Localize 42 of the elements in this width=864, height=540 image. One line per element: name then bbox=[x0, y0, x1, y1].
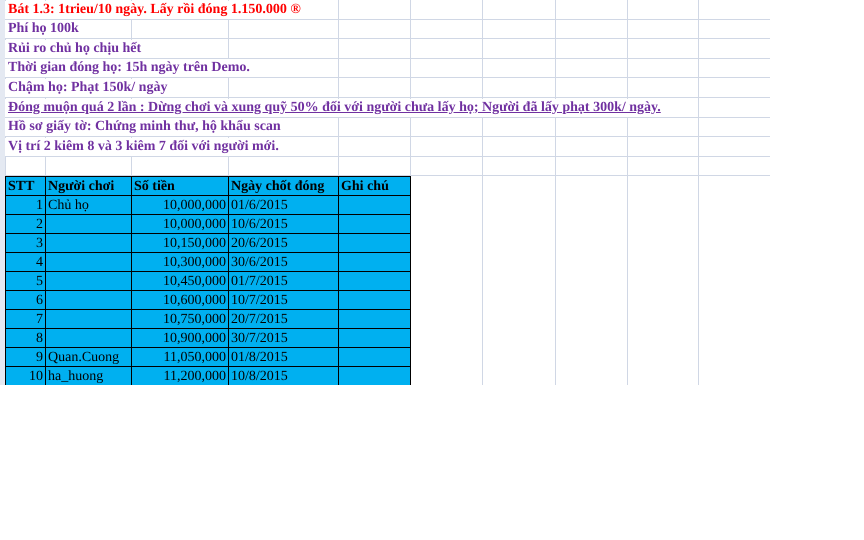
table-cell: 10,600,000 bbox=[132, 291, 229, 310]
table-cell: 20/7/2015 bbox=[229, 310, 339, 330]
table-cell: ha_huong bbox=[46, 367, 132, 385]
table-cell: 7 bbox=[6, 310, 46, 330]
table-cell: 01/8/2015 bbox=[229, 348, 339, 368]
table-cell: 10 bbox=[6, 367, 46, 385]
table-cell: 10/8/2015 bbox=[229, 367, 339, 385]
table-cell: Chủ họ bbox=[46, 196, 132, 216]
table-cell: 11,200,000 bbox=[132, 367, 229, 385]
note-text: Rủi ro chủ họ chịu hết bbox=[5, 40, 144, 58]
table-cell: Quan.Cuong bbox=[46, 348, 132, 368]
note-text: Đóng muộn quá 2 lần : Dừng chơi và xung quỹ 50% đối với người chưa lấy họ; Người đã lấy phạt 300k/ ngày. bbox=[5, 98, 664, 117]
column-header: STT bbox=[6, 177, 46, 196]
note-text: Phí họ 100k bbox=[5, 20, 82, 38]
table-cell: 10,150,000 bbox=[132, 234, 229, 254]
table-cell: 10,900,000 bbox=[132, 329, 229, 348]
table-cell: 30/6/2015 bbox=[229, 253, 339, 272]
table-cell: 4 bbox=[6, 253, 46, 272]
table-cell: 10,300,000 bbox=[132, 253, 229, 272]
table-cell: 20/6/2015 bbox=[229, 234, 339, 254]
table-cell: 1 bbox=[6, 196, 46, 216]
table-cell: 01/6/2015 bbox=[229, 196, 339, 216]
column-header: Ghi chú bbox=[339, 177, 411, 196]
column-header: Ngày chốt đóng bbox=[229, 177, 339, 196]
column-header: Người chơi bbox=[46, 177, 132, 196]
table-cell: 10,450,000 bbox=[132, 272, 229, 292]
table-cell: 5 bbox=[6, 272, 46, 292]
table-cell: 01/7/2015 bbox=[229, 272, 339, 292]
table-cell: 9 bbox=[6, 348, 46, 368]
table-cell: 3 bbox=[6, 234, 46, 254]
table-cell: 10,750,000 bbox=[132, 310, 229, 330]
table-cell: 10/7/2015 bbox=[229, 291, 339, 310]
table-cell: 10,000,000 bbox=[132, 215, 229, 234]
table-cell: 6 bbox=[6, 291, 46, 310]
table-cell: 10/6/2015 bbox=[229, 215, 339, 234]
table-cell: 8 bbox=[6, 329, 46, 348]
note-text: Chậm họ: Phạt 150k/ ngày bbox=[5, 78, 170, 97]
table-cell: 2 bbox=[6, 215, 46, 234]
table-cell: 10,000,000 bbox=[132, 196, 229, 216]
column-header: Số tiền bbox=[132, 177, 229, 196]
table-cell: 30/7/2015 bbox=[229, 329, 339, 348]
table-cell: 11,050,000 bbox=[132, 348, 229, 368]
